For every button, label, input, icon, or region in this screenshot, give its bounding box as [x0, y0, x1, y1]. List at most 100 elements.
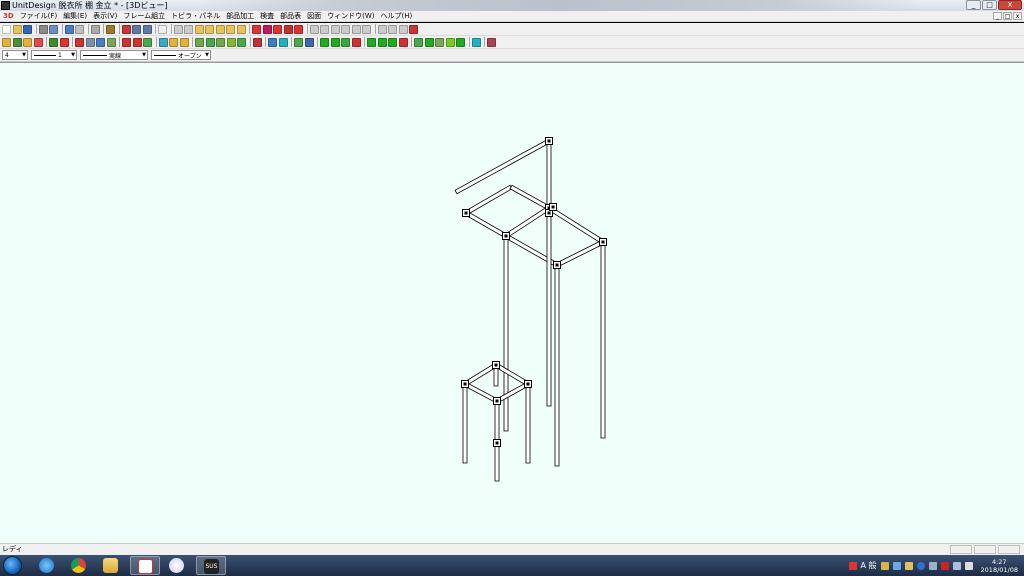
- clock[interactable]: 4:27 2018/01/08: [981, 558, 1018, 574]
- toolbar-button-icon[interactable]: [351, 37, 361, 47]
- menu-part-processing[interactable]: 部品加工: [223, 11, 257, 21]
- ime-dict-icon[interactable]: [904, 561, 913, 570]
- toolbar-button-icon[interactable]: [304, 37, 314, 47]
- ime-tool-icon[interactable]: [880, 561, 889, 570]
- toolbar-button-icon[interactable]: [158, 24, 167, 34]
- maximize-button[interactable]: □: [982, 0, 997, 10]
- toolbar-button-icon[interactable]: [64, 24, 74, 34]
- toolbar-button-icon[interactable]: [49, 24, 58, 34]
- internet-explorer-icon[interactable]: [32, 556, 62, 575]
- stool-leg[interactable]: [462, 383, 468, 464]
- mdi-minimize-button[interactable]: _: [993, 12, 1002, 20]
- toolbar-button-icon[interactable]: [445, 37, 455, 47]
- toolbar-button-icon[interactable]: [268, 37, 277, 47]
- toolbar-button-icon[interactable]: [409, 24, 418, 34]
- menu-help[interactable]: ヘルプ(H): [378, 11, 416, 21]
- vertical-post[interactable]: [546, 140, 552, 407]
- toolbar-button-icon[interactable]: [132, 37, 142, 47]
- toolbar-button-icon[interactable]: [2, 37, 11, 47]
- close-button[interactable]: X: [998, 0, 1022, 10]
- toolbar-button-icon[interactable]: [158, 37, 168, 47]
- toolbar-button-icon[interactable]: [205, 37, 215, 47]
- show-hidden-icons[interactable]: [928, 561, 937, 570]
- ime-indicator[interactable]: A 般: [861, 560, 877, 571]
- toolbar-button-icon[interactable]: [309, 24, 319, 34]
- toolbar-button-icon[interactable]: [330, 24, 340, 34]
- file-explorer-icon[interactable]: [96, 556, 126, 575]
- toolbar-button-icon[interactable]: [283, 24, 293, 34]
- toolbar-button-icon[interactable]: [388, 24, 397, 34]
- toolbar-button-icon[interactable]: [424, 37, 434, 47]
- toolbar-button-icon[interactable]: [252, 37, 262, 47]
- toolbar-button-icon[interactable]: [487, 37, 496, 47]
- toolbar-button-icon[interactable]: [184, 24, 193, 34]
- toolbar-button-icon[interactable]: [252, 24, 261, 34]
- toolbar-button-icon[interactable]: [142, 24, 152, 34]
- scale-combo[interactable]: 4 ▼: [2, 50, 28, 60]
- toolbar-button-icon[interactable]: [236, 24, 246, 34]
- 3d-viewport[interactable]: [0, 62, 1024, 543]
- volume-icon[interactable]: [964, 561, 973, 570]
- toolbar-button-icon[interactable]: [471, 37, 481, 47]
- security-icon[interactable]: [848, 561, 857, 570]
- toolbar-button-icon[interactable]: [278, 37, 288, 47]
- menu-parts-list[interactable]: 部品表: [277, 11, 304, 21]
- ime-pad-icon[interactable]: [892, 561, 901, 570]
- top-frame-tube[interactable]: [464, 184, 513, 216]
- menu-door-panel[interactable]: トビラ・パネル: [168, 11, 223, 21]
- start-button[interactable]: [3, 556, 22, 575]
- itunes-icon[interactable]: [162, 556, 192, 575]
- help-icon[interactable]: [916, 561, 925, 570]
- toolbar-button-icon[interactable]: [341, 24, 350, 34]
- stool-frame-tube[interactable]: [494, 362, 530, 387]
- toolbar-button-icon[interactable]: [226, 37, 236, 47]
- toolbar-button-icon[interactable]: [388, 37, 397, 47]
- top-frame-tube[interactable]: [509, 184, 551, 211]
- toolbar-button-icon[interactable]: [195, 37, 204, 47]
- toolbar-button-icon[interactable]: [330, 37, 340, 47]
- toolbar-button-icon[interactable]: [320, 37, 329, 47]
- toolbar-button-icon[interactable]: [106, 24, 115, 34]
- toolbar-button-icon[interactable]: [23, 24, 32, 34]
- line-width-combo[interactable]: 1 ▼: [31, 50, 77, 60]
- toolbar-button-icon[interactable]: [49, 37, 58, 47]
- toolbar-button-icon[interactable]: [75, 24, 84, 34]
- toolbar-button-icon[interactable]: [173, 24, 183, 34]
- toolbar-button-icon[interactable]: [262, 24, 272, 34]
- action-center-icon[interactable]: [940, 561, 949, 570]
- toolbar-button-icon[interactable]: [96, 37, 105, 47]
- chrome-icon[interactable]: [64, 556, 94, 575]
- toolbar-button-icon[interactable]: [121, 24, 131, 34]
- toolbar-button-icon[interactable]: [367, 37, 376, 47]
- top-frame-tube[interactable]: [547, 205, 605, 245]
- document-3d-icon[interactable]: 3D: [3, 12, 14, 20]
- toolbar-button-icon[interactable]: [362, 24, 371, 34]
- toolbar-button-icon[interactable]: [132, 24, 141, 34]
- toolbar-button-icon[interactable]: [59, 37, 69, 47]
- toolbar-button-icon[interactable]: [351, 24, 361, 34]
- menu-edit[interactable]: 編集(E): [60, 11, 90, 21]
- minimize-button[interactable]: _: [966, 0, 981, 10]
- toolbar-button-icon[interactable]: [377, 37, 387, 47]
- toolbar-button-icon[interactable]: [294, 37, 303, 47]
- app-icon[interactable]: [1, 1, 10, 10]
- top-frame-tube[interactable]: [555, 239, 605, 268]
- toolbar-button-icon[interactable]: [90, 24, 100, 34]
- toolbar-button-icon[interactable]: [169, 37, 178, 47]
- vertical-post[interactable]: [503, 235, 509, 432]
- toolbar-button-icon[interactable]: [106, 37, 116, 47]
- toolbar-button-icon[interactable]: [215, 24, 225, 34]
- toolbar-button-icon[interactable]: [273, 24, 282, 34]
- toolbar-button-icon[interactable]: [122, 37, 131, 47]
- toolbar-button-icon[interactable]: [38, 24, 48, 34]
- toolbar-button-icon[interactable]: [179, 37, 189, 47]
- menu-file[interactable]: ファイル(F): [17, 11, 61, 21]
- overhead-arm[interactable]: [454, 138, 551, 195]
- toolbar-button-icon[interactable]: [85, 37, 95, 47]
- mdi-close-button[interactable]: x: [1013, 12, 1022, 20]
- toolbar-button-icon[interactable]: [435, 37, 444, 47]
- vertical-post[interactable]: [600, 241, 606, 439]
- menu-view[interactable]: 表示(V): [90, 11, 120, 21]
- toolbar-button-icon[interactable]: [320, 24, 329, 34]
- toolbar-button-icon[interactable]: [23, 37, 32, 47]
